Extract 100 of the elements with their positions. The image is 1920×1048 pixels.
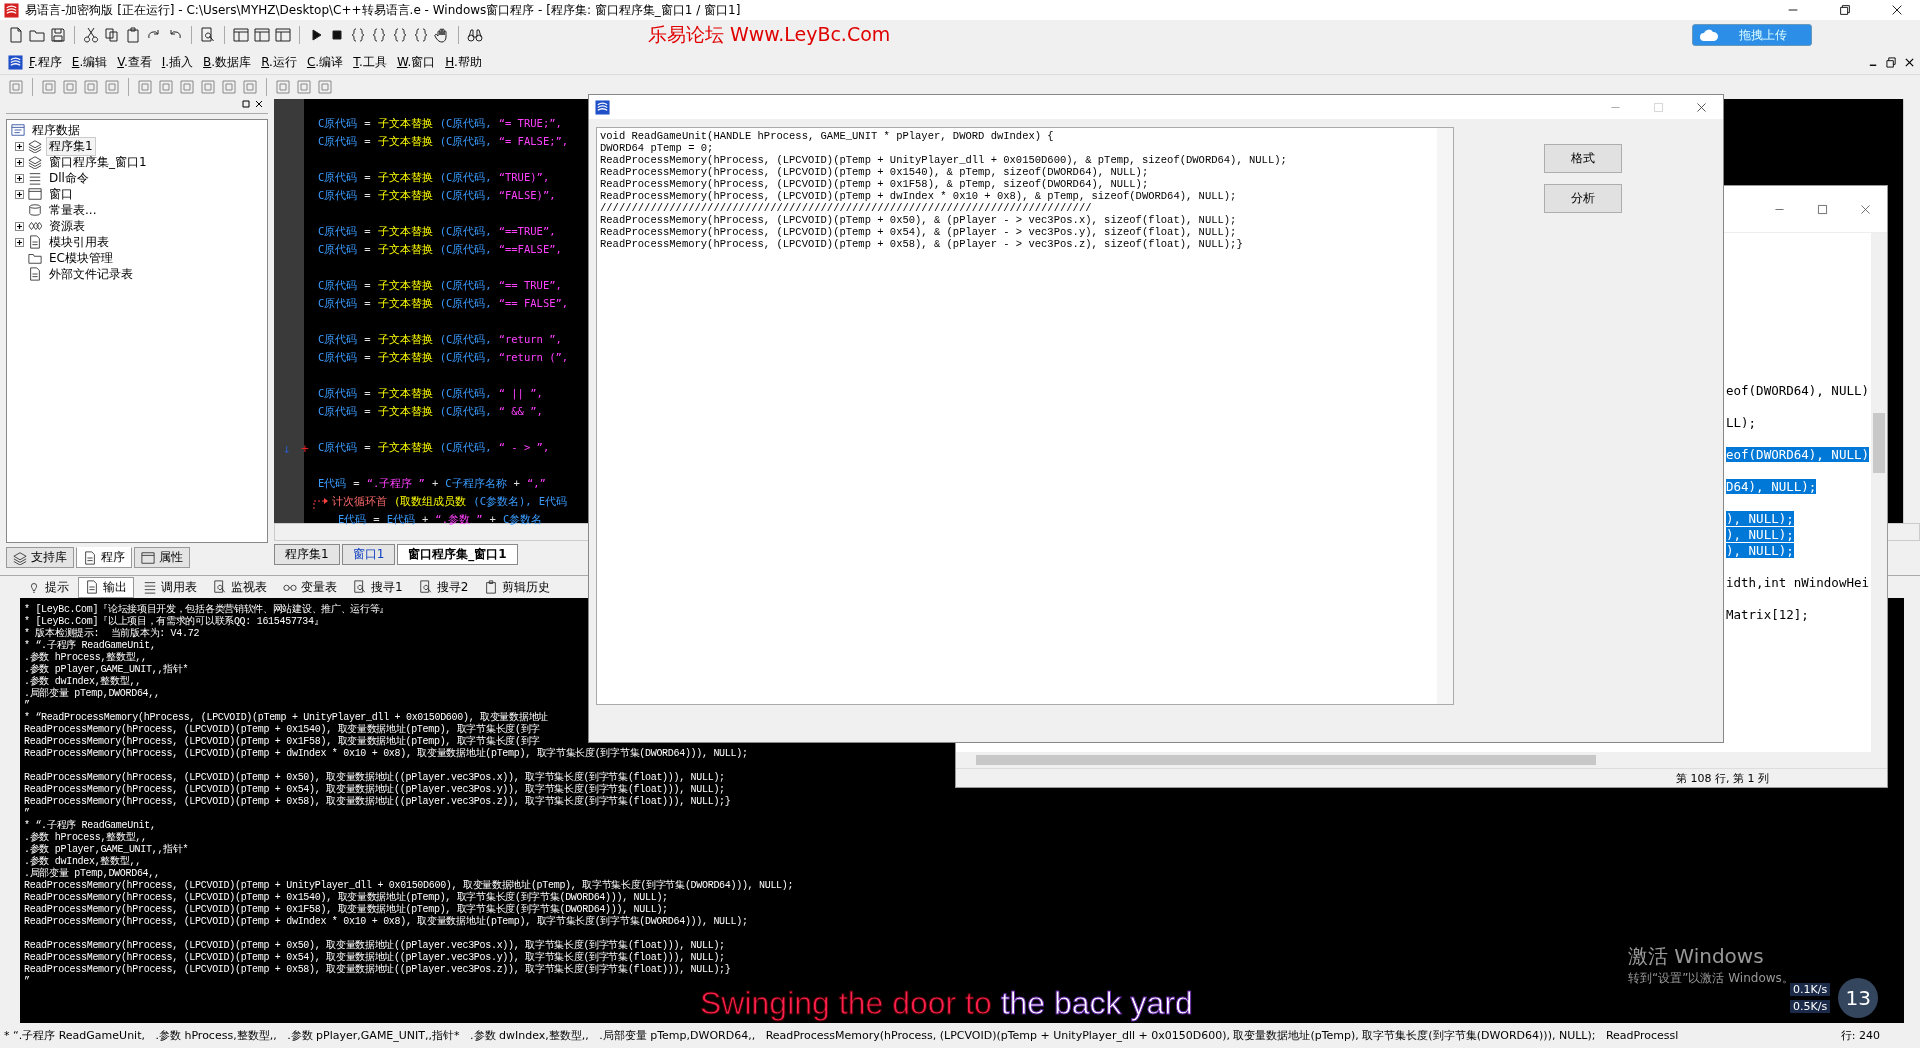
- list-icon: [28, 171, 42, 185]
- code-line: ReadProcessMemory(hProcess, (LPCVOID)(pTemp + 0x50), & (pPlayer - > vec3Pos.x), sizeof(float), NULL);: [600, 214, 1238, 226]
- menu-item[interactable]: F.程序: [25, 53, 66, 71]
- output-line: * “.子程序 ReadGameUnit,: [24, 820, 156, 832]
- menu-item[interactable]: I.插入: [157, 53, 198, 71]
- output-line: ReadProcessMemory(hProcess, (LPCVOID)(pTemp + 0x54), 取变量数据地址((pPlayer.vec3Pos.y)), 取字节集长度(到字节集(float))), NULL);: [24, 784, 725, 795]
- code-line: idth,int nWindowHei: [1726, 575, 1869, 590]
- expand-icon[interactable]: [15, 141, 24, 151]
- output-line: .参数 hProcess,整数型,,: [24, 832, 147, 844]
- layout-icon[interactable]: [275, 27, 291, 43]
- loop-arrow-icon: [312, 495, 330, 509]
- output-tab[interactable]: 输出: [78, 576, 134, 598]
- shapes-icon: [28, 219, 42, 233]
- maximize-icon[interactable]: [1816, 202, 1829, 216]
- close-icon[interactable]: [1890, 3, 1904, 17]
- output-line: .参数 dwIndex,整数型,,: [24, 676, 141, 687]
- code-line: ReadProcessMemory(hProcess, (LPCVOID)(pTemp + dwIndex * 0x10 + 0x8), & pTemp, sizeof(DWORD64), NULL);: [600, 190, 1238, 202]
- window-icon: [141, 550, 155, 565]
- hand-icon[interactable]: [434, 27, 450, 43]
- menu-item[interactable]: V.查看: [113, 53, 156, 71]
- scrollbar-thumb[interactable]: [1873, 413, 1885, 473]
- menu-item[interactable]: T.工具: [349, 53, 391, 71]
- output-line: ReadProcessMemory(hProcess, (LPCVOID)(pTemp + 0x1540), 取变量数据地址(pTemp), 取字节集长度(到字节集(DWORD64))), NULL);: [24, 892, 668, 903]
- expand-icon[interactable]: [15, 189, 24, 199]
- output-line: * [LeyBc.Com]『论坛接项目开发，包括各类营销软件、网站建设、推广、运行等』: [24, 604, 390, 615]
- cylinder-icon: [28, 203, 42, 217]
- document-icon: [28, 235, 42, 249]
- brace-icon[interactable]: [371, 27, 387, 43]
- upload-speed: 0.1K/s: [1790, 983, 1831, 996]
- stop-icon[interactable]: [329, 27, 345, 43]
- code-text-field[interactable]: [596, 127, 1454, 705]
- vertical-scrollbar[interactable]: [1871, 233, 1887, 752]
- menu-item[interactable]: B.数据库: [199, 53, 256, 71]
- pin-icon[interactable]: [241, 99, 251, 109]
- output-line: ReadProcessMemory(hProcess, (LPCVOID)(pTemp + 0x50), 取变量数据地址((pPlayer.vec3Pos.x)), 取字节集长度(到字节集(float))), NULL);: [24, 772, 725, 783]
- expand-icon[interactable]: [15, 173, 24, 183]
- menu-item[interactable]: H.帮助: [441, 53, 486, 71]
- close-icon[interactable]: [1904, 56, 1915, 68]
- code-line: eof(DWORD64), NULL): [1726, 383, 1869, 398]
- window-title: 易语言-加密狗版 [正在运行] - C:\Users\MYHZ\Desktop\C++转易语言.e - Windows窗口程序 - [程序集: 窗口程序集_窗口1 / 窗口1]: [25, 1, 741, 19]
- menu-item[interactable]: W.窗口: [392, 53, 440, 71]
- activation-title: 激活 Windows: [1628, 943, 1764, 970]
- code-line: C原代码 = 子文本替换 (C原代码, “== TRUE”,: [318, 279, 563, 293]
- gutter-marker: ↓: [283, 440, 291, 456]
- output-line: ReadProcessMemory(hProcess, (LPCVOID)(pTemp + dwIndex * 0x10 + 0x8), 取变量数据地址(pTemp), 取字节集长度(到字节集(DWORD64))), NULL);: [24, 748, 748, 760]
- expand-icon[interactable]: [15, 157, 24, 167]
- copy-icon[interactable]: [104, 27, 120, 43]
- panel-tab[interactable]: 属性: [134, 547, 190, 568]
- panel-tab[interactable]: 支持库: [6, 547, 74, 568]
- output-line: ReadProcessMemory(hProcess, (LPCVOID)(pTemp + 0x1F58), 取变量数据地址(pTemp), 取字节集长度(到字: [24, 736, 541, 748]
- save-icon[interactable]: [50, 27, 66, 43]
- close-icon[interactable]: [254, 99, 264, 109]
- output-line: .局部变量 pTemp,DWORD64,,: [24, 868, 160, 880]
- menu-item[interactable]: C.编译: [302, 53, 348, 71]
- find-icon[interactable]: [200, 27, 216, 43]
- horizontal-scrollbar[interactable]: [956, 752, 1887, 768]
- scrollbar-thumb[interactable]: [976, 755, 1596, 765]
- paste-icon[interactable]: [125, 27, 141, 43]
- tree-item[interactable]: 程序集1: [46, 136, 96, 156]
- find-icon: [418, 580, 433, 594]
- app-logo-icon: [8, 54, 23, 70]
- code-line: Matrix[12];: [1726, 607, 1809, 622]
- expand-icon[interactable]: [15, 237, 24, 247]
- binoculars-icon[interactable]: [467, 27, 483, 43]
- close-icon[interactable]: [1695, 100, 1708, 114]
- layout-icon[interactable]: [233, 27, 249, 43]
- restore-icon[interactable]: [1838, 3, 1852, 17]
- editor-tab[interactable]: 窗口程序集_窗口1: [397, 544, 518, 565]
- menu-item[interactable]: R.运行: [257, 53, 301, 71]
- menu-item[interactable]: E.编辑: [67, 53, 112, 71]
- brace-icon[interactable]: [392, 27, 408, 43]
- dialog-button[interactable]: 分析: [1544, 184, 1622, 213]
- find-icon: [213, 580, 227, 594]
- output-line: ReadProcessMemory(hProcess, (LPCVOID)(pTemp + dwIndex * 0x10 + 0x8), 取变量数据地址(pTemp), 取字节集长度(到字节集(DWORD64))), NULL);: [24, 916, 748, 928]
- editor-tab[interactable]: 程序集1: [274, 544, 340, 565]
- panel-tab[interactable]: 程序: [76, 547, 132, 568]
- brace-icon[interactable]: [350, 27, 366, 43]
- output-line: ”: [24, 976, 30, 988]
- open-folder-icon[interactable]: [29, 27, 45, 43]
- restore-icon[interactable]: [1886, 56, 1897, 68]
- code-line: DWORD64 pTemp = 0;: [600, 142, 715, 154]
- brace-icon[interactable]: [413, 27, 429, 43]
- code-line: C原代码 = 子文本替换 (C原代码, “ - > ”,: [318, 441, 551, 455]
- folder-icon: [28, 251, 42, 265]
- code-line: E代码 = E代码 + “.参数 ” + C参数名: [338, 513, 544, 527]
- cut-icon[interactable]: [83, 27, 99, 43]
- layout-icon[interactable]: [254, 27, 270, 43]
- vertical-scrollbar[interactable]: [1903, 99, 1920, 523]
- code-line: ReadProcessMemory(hProcess, (LPCVOID)(pTemp + 0x1F58), & pTemp, sizeof(DWORD64), NULL);: [600, 178, 1150, 190]
- code-line: C原代码 = 子文本替换 (C原代码, “return (”,: [318, 351, 570, 365]
- new-file-icon[interactable]: [8, 27, 24, 43]
- output-line: .参数 dwIndex,整数型,,: [24, 856, 141, 867]
- dialog-button[interactable]: 格式: [1544, 144, 1622, 173]
- code-line: C原代码 = 子文本替换 (C原代码, “ || ”,: [318, 387, 544, 401]
- expand-icon[interactable]: [15, 221, 24, 231]
- output-line: ReadProcessMemory(hProcess, (LPCVOID)(pTemp + 0x54), 取变量数据地址((pPlayer.vec3Pos.y)), 取字节集长度(到字节集(float))), NULL);: [24, 952, 725, 963]
- output-line: ”: [24, 700, 30, 712]
- vertical-scrollbar[interactable]: [1437, 128, 1453, 704]
- output-line: * “ReadProcessMemory(hProcess, (LPCVOID)(pTemp + UnityPlayer_dll + 0x0150D600), 取变量数据地址: [24, 712, 548, 724]
- editor-tab[interactable]: 窗口1: [341, 544, 396, 565]
